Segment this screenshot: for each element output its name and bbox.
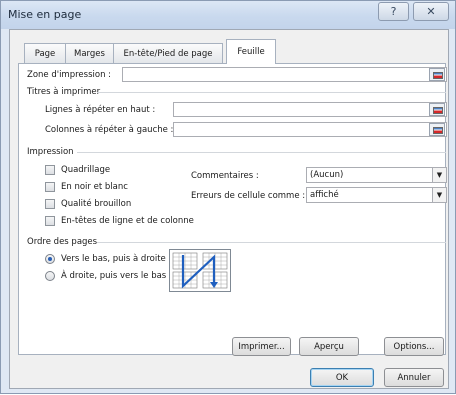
options-button-label: Options... <box>393 341 435 352</box>
section-divider <box>97 242 446 243</box>
cols-repeat-picker-icon[interactable] <box>429 123 445 136</box>
cell-errors-select[interactable]: affiché ▼ <box>306 187 447 203</box>
rows-repeat-input[interactable] <box>173 102 447 117</box>
black-white-checkbox[interactable] <box>45 182 55 192</box>
page-setup-dialog: Mise en page ? ✕ Page Marges En-tête/Pie… <box>0 0 456 394</box>
cancel-button[interactable]: Annuler <box>384 368 444 387</box>
preview-button[interactable]: Aperçu <box>299 337 359 356</box>
gridlines-checkbox[interactable] <box>45 165 55 175</box>
ok-button[interactable]: OK <box>310 368 374 387</box>
print-button-label: Imprimer... <box>238 341 285 352</box>
rows-repeat-picker-icon[interactable] <box>429 103 445 116</box>
rows-repeat-label: Lignes à répéter en haut : <box>45 105 156 115</box>
options-button[interactable]: Options... <box>384 337 444 356</box>
print-area-picker-icon[interactable] <box>429 68 445 81</box>
page-order-preview <box>169 249 231 292</box>
print-button[interactable]: Imprimer... <box>232 337 291 356</box>
page-order-heading: Ordre des pages <box>27 237 98 247</box>
chevron-down-icon: ▼ <box>432 188 446 202</box>
section-divider <box>77 152 446 153</box>
row-col-headings-label: En-têtes de ligne et de colonne <box>61 216 194 226</box>
cell-errors-label: Erreurs de cellule comme : <box>191 191 306 201</box>
gridlines-label: Quadrillage <box>61 165 111 175</box>
cell-errors-value: affiché <box>310 190 339 200</box>
page-order-illustration-icon <box>172 252 228 289</box>
down-then-over-radio[interactable] <box>45 254 55 264</box>
row-col-headings-checkbox[interactable] <box>45 216 55 226</box>
over-then-down-label: À droite, puis vers le bas <box>61 271 167 281</box>
cols-repeat-label: Colonnes à répéter à gauche : <box>45 125 174 135</box>
comments-label: Commentaires : <box>191 171 259 181</box>
comments-select[interactable]: (Aucun) ▼ <box>306 167 447 183</box>
chevron-down-icon: ▼ <box>432 168 446 182</box>
down-then-over-label: Vers le bas, puis à droite <box>61 254 166 264</box>
section-divider <box>97 92 446 93</box>
cancel-button-label: Annuler <box>397 372 431 383</box>
black-white-label: En noir et blanc <box>61 182 128 192</box>
preview-button-label: Aperçu <box>314 341 344 352</box>
cols-repeat-input[interactable] <box>173 122 447 137</box>
over-then-down-radio[interactable] <box>45 271 55 281</box>
draft-quality-checkbox[interactable] <box>45 199 55 209</box>
panel-content: Zone d'impression : Titres à imprimer Li… <box>1 1 456 395</box>
draft-quality-label: Qualité brouillon <box>61 199 132 209</box>
ok-button-label: OK <box>335 372 349 383</box>
print-area-input[interactable] <box>122 67 447 82</box>
print-area-label: Zone d'impression : <box>27 70 112 80</box>
print-heading: Impression <box>27 147 74 157</box>
comments-value: (Aucun) <box>310 170 344 180</box>
titles-heading: Titres à imprimer <box>27 87 101 97</box>
